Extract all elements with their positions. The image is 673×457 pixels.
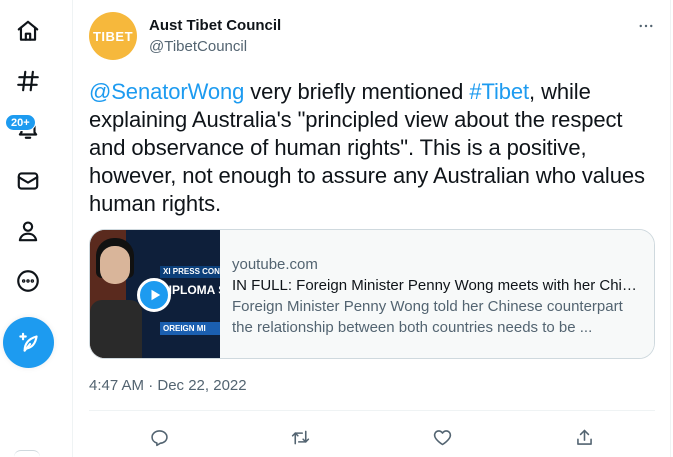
avatar-logo-text: TIBET [92,28,134,44]
play-button[interactable] [137,278,171,312]
tweet: TIBET Aust Tibet Council @TibetCouncil @… [73,0,670,457]
more-dots-icon [639,24,653,28]
tweet-more-button[interactable] [629,14,663,38]
tweet-text: @SenatorWong very briefly mentioned #Tib… [89,78,659,218]
profile-icon [18,221,38,242]
home-icon [17,20,39,41]
card-title: IN FULL: Foreign Minister Penny Wong mee… [232,277,643,294]
author-avatar[interactable]: TIBET [89,12,137,60]
card-domain: youtube.com [232,256,318,273]
more-circle-icon [17,270,39,292]
retweet-button[interactable] [286,423,314,451]
author-handle[interactable]: @TibetCouncil [149,38,247,55]
thumbnail-band-text: XI PRESS CON [160,266,220,278]
nav-explore[interactable] [6,59,50,103]
messages-envelope-icon [17,172,39,190]
link-preview-card[interactable]: XI PRESS CON DIPLOMA SIT OREIGN MI youtu… [89,229,655,359]
like-button[interactable] [428,423,456,451]
nav-rail: 20+ [0,0,72,457]
play-icon [151,289,161,301]
mention-link[interactable]: @SenatorWong [89,79,244,104]
share-icon [576,429,592,445]
explore-hashtag-icon [17,70,39,92]
compose-tweet-button[interactable] [3,317,54,368]
card-info: youtube.com IN FULL: Foreign Minister Pe… [220,230,654,358]
tweet-text-segment: very briefly mentioned [244,79,470,104]
author-name[interactable]: Aust Tibet Council [149,17,281,34]
card-description: Foreign Minister Penny Wong told her Chi… [232,298,623,336]
nav-more[interactable] [6,259,50,303]
divider [89,410,655,411]
compose-feather-icon [18,332,38,352]
thumbnail-subtext: OREIGN MI [160,322,220,335]
column-border-right [670,0,671,457]
video-thumbnail[interactable]: XI PRESS CON DIPLOMA SIT OREIGN MI [90,230,220,358]
like-icon [433,429,451,445]
nav-messages[interactable] [6,159,50,203]
reply-button[interactable] [145,423,173,451]
tweet-timestamp[interactable]: 4:47 AM · Dec 22, 2022 [89,377,247,394]
share-button[interactable] [570,423,598,451]
notifications-badge: 20+ [5,114,36,131]
account-avatar-partial[interactable] [14,450,40,457]
reply-icon [150,429,168,446]
nav-home[interactable] [6,9,50,53]
retweet-icon [291,430,309,444]
hashtag-link[interactable]: #Tibet [469,79,529,104]
nav-profile[interactable] [6,209,50,253]
